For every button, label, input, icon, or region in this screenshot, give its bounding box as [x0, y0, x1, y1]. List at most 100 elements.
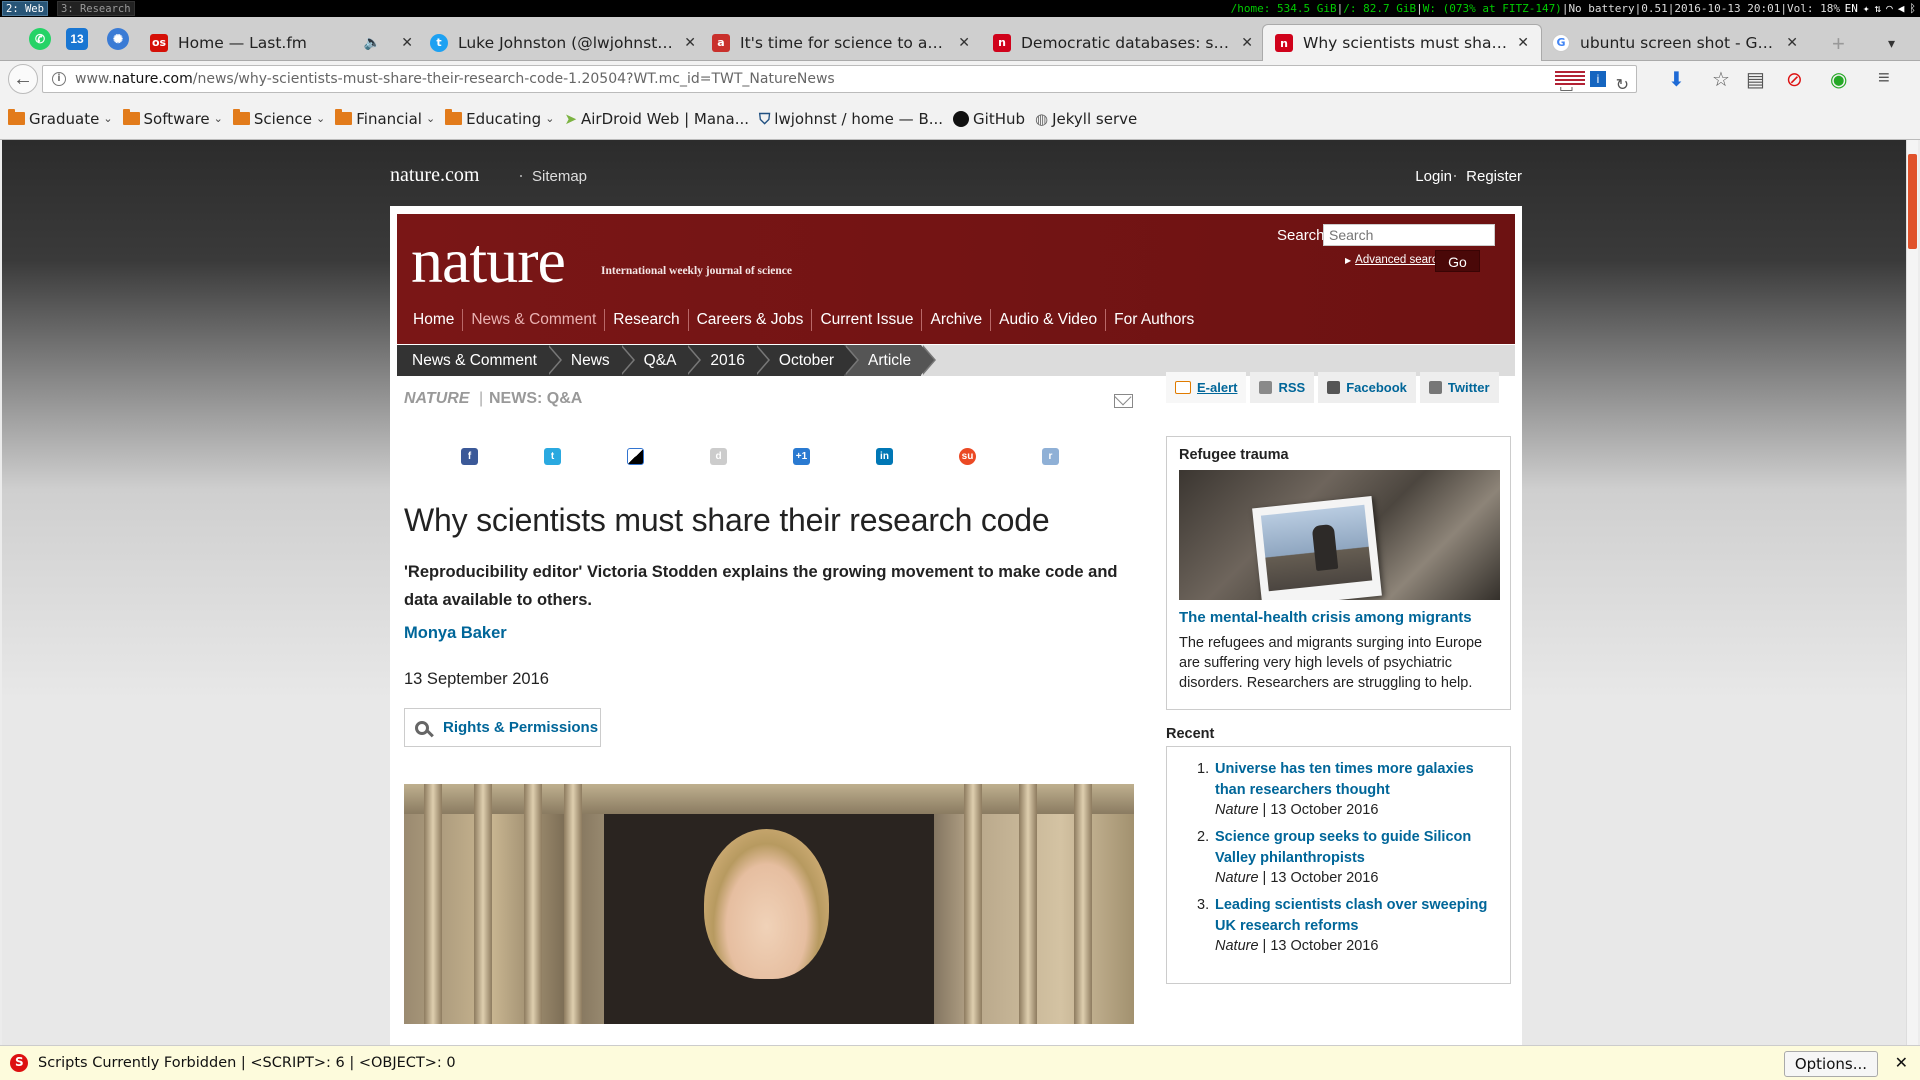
recent-source: Nature [1215, 802, 1259, 818]
address-bar[interactable]: i www.nature.com/news/why-scientists-mus… [42, 65, 1637, 96]
login-link[interactable]: Login [1415, 168, 1452, 185]
google-plus-icon[interactable]: +1 [793, 448, 810, 465]
bookmark-folder-science[interactable]: Science ⌄ [232, 109, 325, 128]
sidebar: E-alert RSS Facebook Twitter Refugee tra… [1166, 372, 1511, 984]
tab-twitter[interactable]: t Luke Johnston (@lwjohnst) | ... ✕ [418, 24, 708, 61]
stumbleupon-icon[interactable]: su [959, 448, 976, 465]
speaker-icon[interactable]: 🔈 [364, 35, 381, 51]
recent-article-link[interactable]: Leading scientists clash over sweeping U… [1215, 895, 1498, 937]
bookmark-folder-software[interactable]: Software ⌄ [122, 109, 223, 128]
linkedin-icon[interactable]: in [876, 448, 893, 465]
info-icon[interactable]: i [52, 72, 66, 86]
search-input[interactable] [1323, 224, 1495, 246]
recent-article-link[interactable]: Universe has ten times more galaxies tha… [1215, 759, 1498, 801]
recent-article-link[interactable]: Science group seeks to guide Silicon Val… [1215, 827, 1498, 869]
options-button[interactable]: Options... [1783, 1051, 1878, 1077]
nav-for-authors[interactable]: For Authors [1105, 309, 1202, 331]
workspace-web[interactable]: 2: Web [2, 1, 48, 16]
close-tab-icon[interactable]: ✕ [1786, 35, 1798, 51]
reload-icon[interactable]: ↻ [1616, 72, 1629, 98]
facebook-icon[interactable]: f [461, 448, 478, 465]
bookmark-folder-educating[interactable]: Educating ⌄ [445, 109, 554, 128]
bookmark-jekyll[interactable]: ◍ Jekyll serve [1035, 110, 1137, 128]
bookmark-bitbucket[interactable]: ⛉ lwjohnst / home — B... [759, 110, 943, 128]
volume-icon[interactable]: ◀ [1898, 0, 1905, 17]
status-load: 0.51 [1641, 2, 1668, 15]
bulb-icon[interactable]: ✦ [1863, 0, 1870, 17]
nav-research[interactable]: Research [604, 309, 687, 331]
rights-permissions-button[interactable]: Rights & Permissions [404, 708, 601, 747]
twitter-link[interactable]: Twitter [1419, 372, 1499, 403]
bitbucket-icon: ⛉ [759, 109, 771, 128]
facebook-link[interactable]: Facebook [1318, 372, 1416, 403]
twitter-icon[interactable]: t [544, 448, 561, 465]
facebook-icon [1327, 381, 1341, 394]
new-tab-icon[interactable]: + [1832, 31, 1845, 57]
globe-icon: ◍ [1035, 109, 1049, 128]
tab-google-search[interactable]: G ubuntu screen shot - Google ... ✕ [1540, 24, 1810, 61]
site-brand-link[interactable]: nature.com [390, 164, 479, 187]
email-article-icon[interactable] [1114, 394, 1133, 408]
menu-hamburger-icon[interactable]: ≡ [1878, 67, 1890, 90]
nav-audio-video[interactable]: Audio & Video [990, 309, 1105, 331]
github-icon [953, 110, 970, 127]
bookmark-airdroid[interactable]: ➤ AirDroid Web | Mana... [564, 110, 749, 128]
nav-news-comment[interactable]: News & Comment [462, 309, 604, 331]
bookmark-github[interactable]: GitHub [953, 110, 1025, 128]
feature-image[interactable] [1179, 470, 1500, 600]
author-link[interactable]: Monya Baker [404, 624, 507, 643]
workspace-research[interactable]: 3: Research [57, 1, 135, 16]
wifi-icon[interactable]: ◠ [1886, 0, 1893, 17]
scrollbar-thumb[interactable] [1908, 154, 1917, 249]
bookmark-folder-graduate[interactable]: Graduate ⌄ [8, 109, 113, 128]
lang-indicator[interactable]: EN [1845, 0, 1858, 17]
bookmark-star-icon[interactable]: ☆ [1712, 67, 1730, 92]
network-icon[interactable]: ⇅ [1875, 0, 1882, 17]
clipboard-icon[interactable]: ▤ [1746, 67, 1765, 92]
info-badge-icon[interactable]: i [1590, 71, 1606, 87]
section-separator: | [479, 390, 484, 407]
close-tab-icon[interactable]: ✕ [1241, 35, 1253, 51]
nav-home[interactable]: Home [407, 309, 462, 331]
close-tab-icon[interactable]: ✕ [958, 35, 970, 51]
calendar-pinned-tab-icon[interactable]: 13 [66, 28, 88, 50]
whatsapp-pinned-tab-icon[interactable]: ✆ [29, 28, 51, 50]
nav-current-issue[interactable]: Current Issue [811, 309, 921, 331]
close-tab-icon[interactable]: ✕ [401, 35, 413, 51]
nature-icon: n [993, 33, 1011, 52]
feature-link[interactable]: The mental-health crisis among migrants [1179, 609, 1498, 626]
noscript-message: Scripts Currently Forbidden | <SCRIPT>: … [38, 1055, 456, 1071]
tab-why-scientists-active[interactable]: n Why scientists must share th... ✕ [1262, 24, 1542, 61]
tab-lastfm[interactable]: os Home — Last.fm 🔈 ✕ [138, 24, 425, 61]
search-go-button[interactable]: Go [1435, 250, 1480, 272]
noscript-icon[interactable]: ⊘ [1786, 67, 1803, 92]
close-tab-icon[interactable]: ✕ [684, 35, 696, 51]
sitemap-link[interactable]: Sitemap [520, 168, 587, 185]
register-link[interactable]: Register [1454, 168, 1522, 185]
us-flag-icon[interactable] [1555, 71, 1585, 87]
reddit-icon[interactable]: r [1042, 448, 1059, 465]
close-tab-icon[interactable]: ✕ [1517, 35, 1529, 51]
breadcrumb-news-comment[interactable]: News & Comment [397, 345, 562, 376]
nav-archive[interactable]: Archive [921, 309, 990, 331]
advanced-search-link[interactable]: Advanced search [1345, 254, 1444, 266]
digg-icon[interactable]: d [710, 448, 727, 465]
tab-aeon[interactable]: a It's time for science to aband... ✕ [700, 24, 982, 61]
chevron-down-icon[interactable]: ▾ [1888, 35, 1895, 52]
extension-icon[interactable]: ◉ [1830, 67, 1847, 92]
delicious-icon[interactable] [627, 448, 644, 465]
nature-logo[interactable]: nature [411, 224, 566, 298]
rss-link[interactable]: RSS [1250, 372, 1315, 403]
bookmark-folder-financial[interactable]: Financial ⌄ [335, 109, 435, 128]
tab-democratic-databases[interactable]: n Democratic databases: scien... ✕ [981, 24, 1265, 61]
close-icon[interactable]: ✕ [1895, 1053, 1908, 1072]
article-headline: Why scientists must share their research… [404, 502, 1050, 538]
page-scrollbar[interactable] [1906, 140, 1918, 1045]
recent-article-meta: Nature | 13 October 2016 [1215, 938, 1498, 954]
bluetooth-icon[interactable]: ᛒ [1909, 0, 1916, 17]
e-alert-link[interactable]: E-alert [1166, 372, 1247, 403]
nav-careers-jobs[interactable]: Careers & Jobs [687, 309, 812, 331]
back-arrow-icon[interactable]: ← [8, 64, 38, 94]
settings-pinned-tab-icon[interactable]: ✺ [107, 28, 129, 50]
download-icon[interactable]: ⬇ [1668, 67, 1685, 92]
